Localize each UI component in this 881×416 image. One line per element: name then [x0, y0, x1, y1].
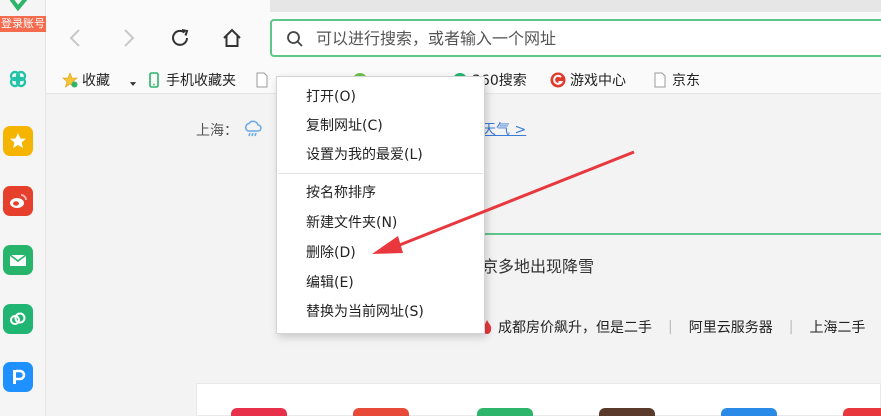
- menu-item-sort-by-name[interactable]: 按名称排序: [278, 179, 483, 207]
- weather-city: 上海：: [196, 123, 238, 139]
- page-icon: [256, 72, 268, 88]
- apps-card: [196, 383, 881, 416]
- caret-down-icon: [129, 82, 137, 86]
- ticker-item[interactable]: 阿里云服务器: [689, 317, 773, 337]
- menu-item-open[interactable]: 打开(O): [278, 83, 483, 111]
- pinwheel-icon[interactable]: [3, 64, 33, 94]
- bookmark-favorites[interactable]: 收藏: [62, 70, 110, 90]
- app-tile[interactable]: [599, 408, 655, 416]
- app-tile[interactable]: [353, 408, 409, 416]
- back-button[interactable]: [62, 24, 90, 52]
- menu-item-set-favorite[interactable]: 设置为我的最爱(L): [278, 141, 483, 169]
- menu-item-new-folder[interactable]: 新建文件夹(N): [278, 209, 483, 237]
- left-sidebar: 登录账号: [0, 0, 46, 416]
- back-arrow-icon: [69, 29, 80, 47]
- menu-item-delete[interactable]: 删除(D): [278, 239, 483, 267]
- browser-toolbar: [46, 0, 881, 66]
- weather-widget: 上海：: [196, 119, 264, 141]
- menu-item-replace-url[interactable]: 替换为当前网址(S): [278, 298, 483, 326]
- menu-item-edit[interactable]: 编辑(E): [278, 269, 483, 297]
- rain-cloud-icon: [245, 120, 262, 137]
- mail-icon[interactable]: [3, 245, 33, 275]
- weather-link[interactable]: 天气 >: [482, 119, 526, 139]
- login-button[interactable]: 登录账号: [0, 16, 46, 32]
- bookmark-page-1[interactable]: [254, 70, 274, 90]
- app-tile[interactable]: [477, 408, 533, 416]
- ticker-item[interactable]: 成都房价飙升，但是二手: [498, 317, 652, 337]
- refresh-button[interactable]: [166, 24, 194, 52]
- bookmark-jd[interactable]: 京东: [652, 70, 700, 90]
- news-headline[interactable]: 京多地出现降雪: [482, 253, 594, 277]
- logo-icon: [10, 0, 28, 12]
- star-icon[interactable]: [3, 126, 33, 156]
- bookmark-phone-favorites[interactable]: 手机收藏夹: [146, 70, 236, 90]
- page-icon: [654, 72, 666, 88]
- weibo-icon[interactable]: [3, 186, 33, 216]
- favorites-dropdown-button[interactable]: [128, 74, 142, 94]
- game-center-icon: [550, 72, 566, 88]
- app-tile[interactable]: [843, 408, 881, 416]
- app-tile[interactable]: [231, 408, 287, 416]
- cloud-icon[interactable]: [3, 304, 33, 334]
- news-ticker: 成都房价飙升，但是二手 | 阿里云服务器 | 上海二手: [482, 317, 865, 337]
- app-tile[interactable]: [721, 408, 777, 416]
- ticker-separator: |: [668, 319, 673, 335]
- bookmark-game-center[interactable]: 游戏中心: [550, 70, 626, 90]
- ticker-item[interactable]: 上海二手: [809, 317, 865, 337]
- phone-icon: [149, 72, 159, 88]
- search-icon: [287, 31, 303, 47]
- bookmark-favorites-label: 收藏: [82, 73, 110, 89]
- menu-item-copy-url[interactable]: 复制网址(C): [278, 112, 483, 140]
- home-icon: [223, 28, 241, 47]
- bookmark-jd-label: 京东: [672, 73, 700, 89]
- p-icon[interactable]: [3, 362, 33, 392]
- address-input[interactable]: [316, 26, 876, 50]
- ticker-separator: |: [788, 319, 794, 335]
- news-headline-box: 京多地出现降雪: [482, 233, 881, 293]
- bookmark-game-center-label: 游戏中心: [570, 73, 626, 89]
- tab-strip[interactable]: [270, 0, 881, 12]
- address-bar[interactable]: [270, 19, 881, 57]
- menu-separator: [278, 173, 483, 174]
- bookmark-phone-favorites-label: 手机收藏夹: [166, 73, 236, 89]
- home-button[interactable]: [218, 24, 246, 52]
- bookmark-context-menu: 打开(O) 复制网址(C) 设置为我的最爱(L) 按名称排序 新建文件夹(N) …: [276, 76, 485, 334]
- star-add-icon: [62, 72, 78, 88]
- forward-button[interactable]: [114, 24, 142, 52]
- refresh-icon: [172, 29, 189, 46]
- forward-arrow-icon: [124, 29, 135, 47]
